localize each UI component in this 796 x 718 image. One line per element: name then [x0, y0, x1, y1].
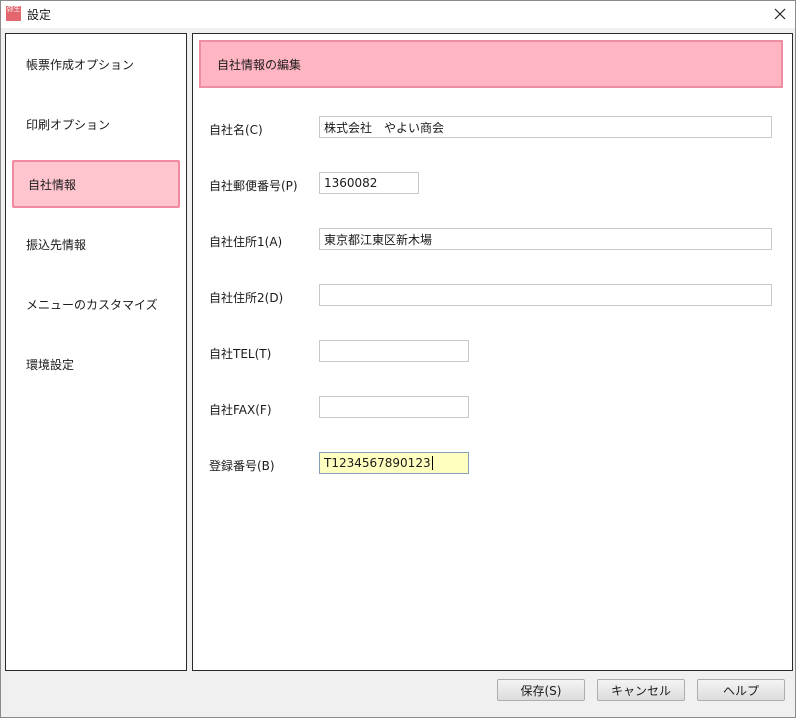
address1-label: 自社住所1(A)	[209, 235, 283, 249]
close-icon	[774, 8, 786, 20]
sidebar-item-menu-customize[interactable]: メニューのカスタマイズ	[12, 280, 180, 328]
save-button[interactable]: 保存(S)	[497, 679, 585, 701]
cancel-button[interactable]: キャンセル	[597, 679, 685, 701]
close-button[interactable]	[769, 3, 791, 25]
sidebar-item-form-options[interactable]: 帳票作成オプション	[12, 40, 180, 88]
app-logo-icon: 弥生	[6, 6, 21, 21]
sidebar-item-label: 環境設定	[26, 357, 75, 372]
sidebar-item-label: 帳票作成オプション	[26, 57, 135, 72]
postal-code-input[interactable]: 1360082	[319, 172, 419, 194]
tel-input[interactable]	[319, 340, 469, 362]
sidebar-item-label: 印刷オプション	[26, 117, 111, 132]
sidebar-item-environment[interactable]: 環境設定	[12, 340, 180, 388]
settings-content: 自社情報の編集 自社名(C) 株式会社 やよい商会 自社郵便番号(P) 1360…	[192, 33, 793, 671]
postal-code-label: 自社郵便番号(P)	[209, 179, 298, 193]
address1-value: 東京都江東区新木場	[324, 232, 433, 247]
help-button-label: ヘルプ	[722, 683, 759, 698]
cancel-button-label: キャンセル	[610, 683, 671, 698]
window-title: 設定	[27, 8, 52, 22]
sidebar-item-label: メニューのカスタマイズ	[26, 297, 158, 312]
company-name-value: 株式会社 やよい商会	[324, 120, 445, 135]
tel-label: 自社TEL(T)	[209, 347, 272, 361]
address2-label: 自社住所2(D)	[209, 291, 284, 305]
settings-window: 弥生 設定 帳票作成オプション 印刷オプション 自社情報 振込先情報 メニューの…	[0, 0, 796, 718]
address2-input[interactable]	[319, 284, 772, 306]
registration-number-input[interactable]: T1234567890123	[319, 452, 469, 474]
title-bar: 弥生 設定	[1, 1, 795, 28]
registration-number-value: T1234567890123	[324, 456, 431, 470]
section-header: 自社情報の編集	[199, 40, 783, 88]
fax-label: 自社FAX(F)	[209, 403, 272, 417]
sidebar-item-label: 振込先情報	[26, 237, 87, 252]
company-name-input[interactable]: 株式会社 やよい商会	[319, 116, 772, 138]
settings-sidebar: 帳票作成オプション 印刷オプション 自社情報 振込先情報 メニューのカスタマイズ…	[5, 33, 187, 671]
company-name-label: 自社名(C)	[209, 123, 263, 137]
sidebar-item-company-info[interactable]: 自社情報	[12, 160, 180, 208]
save-button-label: 保存(S)	[520, 683, 562, 698]
help-button[interactable]: ヘルプ	[697, 679, 785, 701]
text-caret	[431, 456, 433, 470]
postal-code-value: 1360082	[324, 176, 378, 190]
registration-number-label: 登録番号(B)	[209, 459, 275, 473]
fax-input[interactable]	[319, 396, 469, 418]
section-title: 自社情報の編集	[217, 57, 302, 72]
sidebar-item-bank-info[interactable]: 振込先情報	[12, 220, 180, 268]
address1-input[interactable]: 東京都江東区新木場	[319, 228, 772, 250]
sidebar-item-label: 自社情報	[28, 177, 77, 192]
sidebar-item-print-options[interactable]: 印刷オプション	[12, 100, 180, 148]
